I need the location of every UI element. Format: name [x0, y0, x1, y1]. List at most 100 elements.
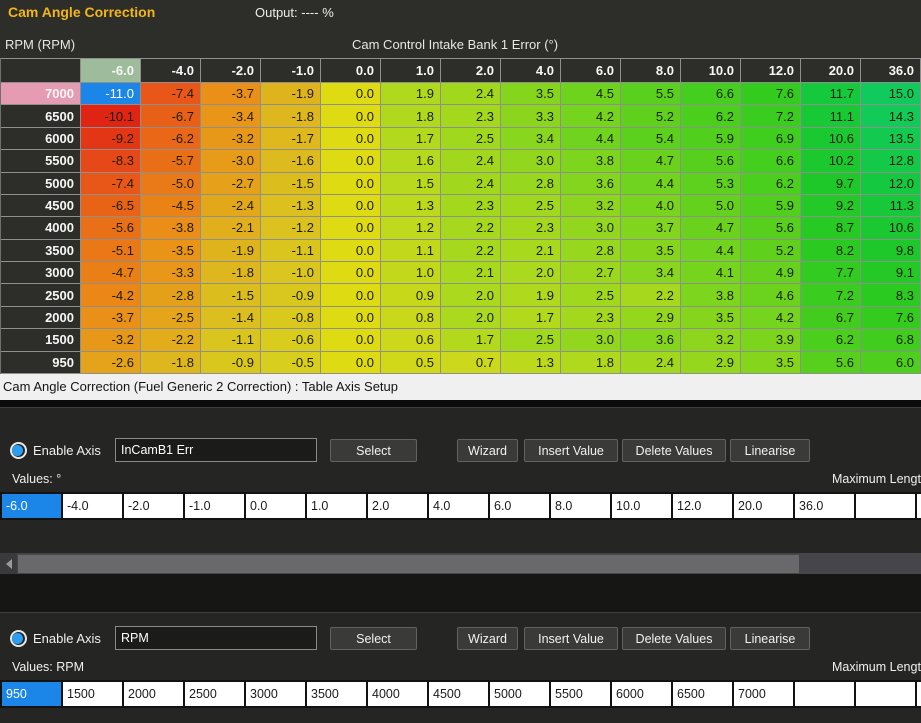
table-cell[interactable]: 6.6: [741, 150, 801, 172]
table-cell[interactable]: 0.0: [321, 150, 381, 172]
insert-value-button[interactable]: Insert Value: [524, 439, 618, 462]
axis-value-cell[interactable]: 2000: [124, 682, 183, 706]
table-cell[interactable]: 1.0: [381, 262, 441, 284]
table-cell[interactable]: -3.2: [81, 329, 141, 351]
table-cell[interactable]: 2.4: [441, 83, 501, 105]
table-cell[interactable]: -2.4: [201, 195, 261, 217]
table-cell[interactable]: 3.3: [501, 105, 561, 127]
axis-value-cell[interactable]: -4.0: [63, 494, 122, 518]
axis-value-cell[interactable]: 2.0: [368, 494, 427, 518]
table-cell[interactable]: 5.2: [741, 240, 801, 262]
table-cell[interactable]: -7.4: [81, 173, 141, 195]
table-cell[interactable]: 0.0: [321, 195, 381, 217]
scroll-left-arrow-icon[interactable]: [0, 553, 17, 575]
table-cell[interactable]: -1.1: [261, 240, 321, 262]
table-cell[interactable]: 3.0: [561, 217, 621, 239]
table-cell[interactable]: 0.0: [321, 262, 381, 284]
table-cell[interactable]: 1.5: [381, 173, 441, 195]
table-cell[interactable]: 3.5: [741, 352, 801, 374]
table-cell[interactable]: 6.2: [681, 105, 741, 127]
table-cell[interactable]: 4.9: [741, 262, 801, 284]
table-cell[interactable]: -0.9: [261, 284, 321, 306]
table-cell[interactable]: 1.2: [381, 217, 441, 239]
axis-value-cell[interactable]: 1500: [63, 682, 122, 706]
table-cell[interactable]: -3.5: [141, 240, 201, 262]
axis-empty-cell[interactable]: [917, 494, 921, 518]
table-cell[interactable]: 7.2: [801, 284, 861, 306]
axis-value-cell[interactable]: 5500: [551, 682, 610, 706]
table-cell[interactable]: -3.7: [201, 83, 261, 105]
table-cell[interactable]: -1.7: [261, 128, 321, 150]
table-cell[interactable]: 2.1: [501, 240, 561, 262]
table-cell[interactable]: 4.4: [681, 240, 741, 262]
row-header-cell[interactable]: 2500: [1, 284, 81, 306]
table-cell[interactable]: 0.0: [321, 352, 381, 374]
table-cell[interactable]: -2.2: [141, 329, 201, 351]
table-cell[interactable]: -3.8: [141, 217, 201, 239]
table-cell[interactable]: 4.0: [621, 195, 681, 217]
table-cell[interactable]: -2.7: [201, 173, 261, 195]
axis-value-cell[interactable]: 3000: [246, 682, 305, 706]
table-cell[interactable]: -7.4: [141, 83, 201, 105]
table-cell[interactable]: 5.2: [621, 105, 681, 127]
table-cell[interactable]: 6.2: [801, 329, 861, 351]
column-header-cell[interactable]: 36.0: [861, 59, 921, 83]
table-cell[interactable]: 10.6: [861, 217, 921, 239]
table-cell[interactable]: 1.3: [381, 195, 441, 217]
table-cell[interactable]: 8.2: [801, 240, 861, 262]
table-cell[interactable]: 0.0: [321, 329, 381, 351]
select-button[interactable]: Select: [330, 439, 417, 462]
table-cell[interactable]: -1.9: [201, 240, 261, 262]
table-cell[interactable]: 9.8: [861, 240, 921, 262]
axis-value-cell[interactable]: 6500: [673, 682, 732, 706]
table-cell[interactable]: 6.9: [741, 128, 801, 150]
table-cell[interactable]: -1.4: [201, 307, 261, 329]
table-cell[interactable]: -5.1: [81, 240, 141, 262]
table-cell[interactable]: 6.0: [861, 352, 921, 374]
table-cell[interactable]: 2.2: [441, 217, 501, 239]
table-cell[interactable]: -5.6: [81, 217, 141, 239]
row-header-cell[interactable]: 4000: [1, 217, 81, 239]
table-cell[interactable]: -8.3: [81, 150, 141, 172]
table-cell[interactable]: 2.9: [621, 307, 681, 329]
row-header-cell[interactable]: 6000: [1, 128, 81, 150]
table-cell[interactable]: -0.8: [261, 307, 321, 329]
table-cell[interactable]: 2.4: [441, 173, 501, 195]
axis-value-cell[interactable]: 2500: [185, 682, 244, 706]
column-header-cell[interactable]: 0.0: [321, 59, 381, 83]
table-cell[interactable]: 2.3: [501, 217, 561, 239]
table-cell[interactable]: 0.0: [321, 128, 381, 150]
table-cell[interactable]: 7.7: [801, 262, 861, 284]
table-cell[interactable]: 6.7: [801, 307, 861, 329]
linearise-button[interactable]: Linearise: [730, 439, 810, 462]
table-cell[interactable]: 3.0: [501, 150, 561, 172]
table-cell[interactable]: 5.9: [681, 128, 741, 150]
table-cell[interactable]: 2.7: [561, 262, 621, 284]
table-cell[interactable]: 0.0: [321, 240, 381, 262]
table-cell[interactable]: -0.6: [261, 329, 321, 351]
axis-value-cell[interactable]: 4500: [429, 682, 488, 706]
column-header-cell[interactable]: 20.0: [801, 59, 861, 83]
table-cell[interactable]: 6.2: [741, 173, 801, 195]
table-cell[interactable]: -1.6: [261, 150, 321, 172]
table-cell[interactable]: -3.7: [81, 307, 141, 329]
table-cell[interactable]: 2.0: [501, 262, 561, 284]
axis-value-cell[interactable]: 6.0: [490, 494, 549, 518]
horizontal-scrollbar[interactable]: [0, 553, 921, 575]
table-cell[interactable]: 1.9: [381, 83, 441, 105]
table-cell[interactable]: -4.2: [81, 284, 141, 306]
row-header-cell[interactable]: 7000: [1, 83, 81, 105]
table-cell[interactable]: 2.1: [441, 262, 501, 284]
table-cell[interactable]: -4.5: [141, 195, 201, 217]
linearise-button[interactable]: Linearise: [730, 627, 810, 650]
table-cell[interactable]: 13.5: [861, 128, 921, 150]
table-cell[interactable]: 0.8: [381, 307, 441, 329]
table-cell[interactable]: -3.4: [201, 105, 261, 127]
column-header-cell[interactable]: 6.0: [561, 59, 621, 83]
table-cell[interactable]: 3.5: [681, 307, 741, 329]
table-cell[interactable]: 0.7: [441, 352, 501, 374]
axis-empty-cell[interactable]: [917, 682, 921, 706]
table-cell[interactable]: 0.0: [321, 307, 381, 329]
axis-value-cell[interactable]: 3500: [307, 682, 366, 706]
table-cell[interactable]: -5.0: [141, 173, 201, 195]
